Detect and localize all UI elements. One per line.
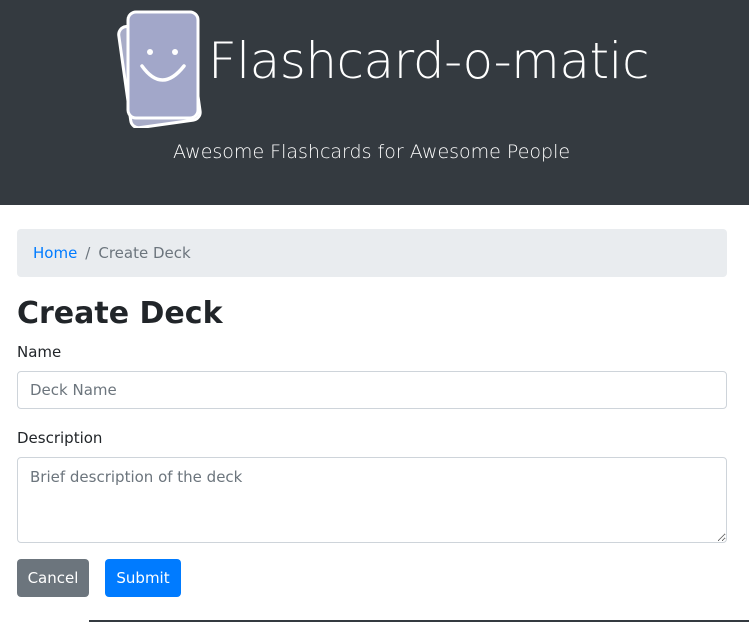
smiley-flashcard-icon [117,10,202,128]
page-title: Create Deck [17,296,223,331]
name-label: Name [17,343,62,361]
app-header: Flashcard-o-matic Awesome Flashcards for… [0,0,749,205]
app-title: Flashcard-o-matic [208,32,649,90]
breadcrumb-home-link[interactable]: Home [33,244,77,262]
breadcrumb-separator: / [85,244,91,262]
cancel-button[interactable]: Cancel [17,559,89,597]
description-label: Description [17,429,103,447]
breadcrumb-current: Create Deck [98,244,191,262]
app-subtitle: Awesome Flashcards for Awesome People [172,141,571,163]
breadcrumb: Home / Create Deck [17,229,727,277]
deck-description-textarea[interactable] [17,457,727,543]
submit-button[interactable]: Submit [105,559,181,597]
deck-name-input[interactable] [17,371,727,409]
